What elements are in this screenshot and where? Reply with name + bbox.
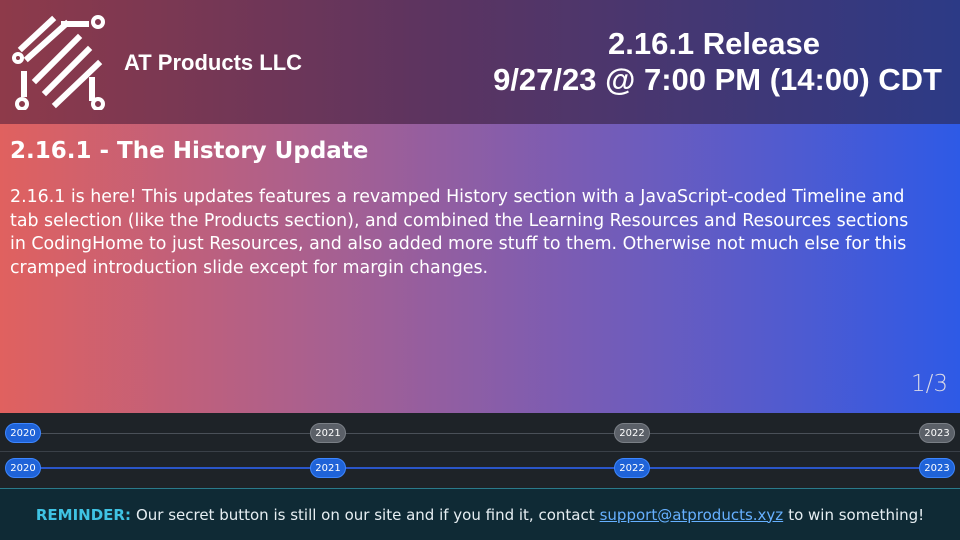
header: AT Products LLC 2.16.1 Release 9/27/23 @… bbox=[0, 0, 960, 124]
company-name: AT Products LLC bbox=[124, 50, 303, 75]
timeline-row-points: 2020 2021 2022 2023 bbox=[0, 454, 960, 484]
reminder-banner: REMINDER: Our secret button is still on … bbox=[0, 488, 960, 540]
timeline-tab-2021[interactable]: 2021 bbox=[310, 423, 346, 443]
timeline-divider bbox=[0, 451, 960, 452]
company-logo-icon bbox=[12, 15, 105, 110]
release-title: 2.16.1 Release bbox=[607, 26, 820, 61]
support-email-link[interactable]: support@atproducts.xyz bbox=[600, 506, 784, 524]
reminder-text-after: to win something! bbox=[788, 505, 925, 524]
timeline-tab-2020[interactable]: 2020 bbox=[5, 423, 41, 443]
timeline-point-2020[interactable]: 2020 bbox=[5, 458, 41, 478]
timeline-point-2021[interactable]: 2021 bbox=[310, 458, 346, 478]
reminder-label: REMINDER: bbox=[35, 505, 131, 524]
release-date: 9/27/23 @ 7:00 PM (14:00) CDT bbox=[493, 62, 942, 97]
slide-counter: 1/3 bbox=[910, 371, 948, 397]
timeline-tab-2023[interactable]: 2023 bbox=[919, 423, 955, 443]
timeline-preview: 2020 2021 2022 2023 2020 2021 2022 2023 bbox=[0, 413, 960, 488]
timeline-point-2022[interactable]: 2022 bbox=[614, 458, 650, 478]
timeline-line bbox=[20, 467, 940, 469]
timeline-line bbox=[20, 433, 940, 434]
timeline-row-tabs: 2020 2021 2022 2023 bbox=[0, 419, 960, 449]
slide-body: 2.16.1 is here! This updates features a … bbox=[10, 187, 909, 278]
timeline-tab-2022[interactable]: 2022 bbox=[614, 423, 650, 443]
timeline-point-2023[interactable]: 2023 bbox=[919, 458, 955, 478]
slide-panel: 2.16.1 - The History Update 2.16.1 is he… bbox=[0, 124, 960, 413]
slide-title: 2.16.1 - The History Update bbox=[10, 138, 369, 164]
reminder-text-before: Our secret button is still on our site a… bbox=[135, 505, 595, 524]
